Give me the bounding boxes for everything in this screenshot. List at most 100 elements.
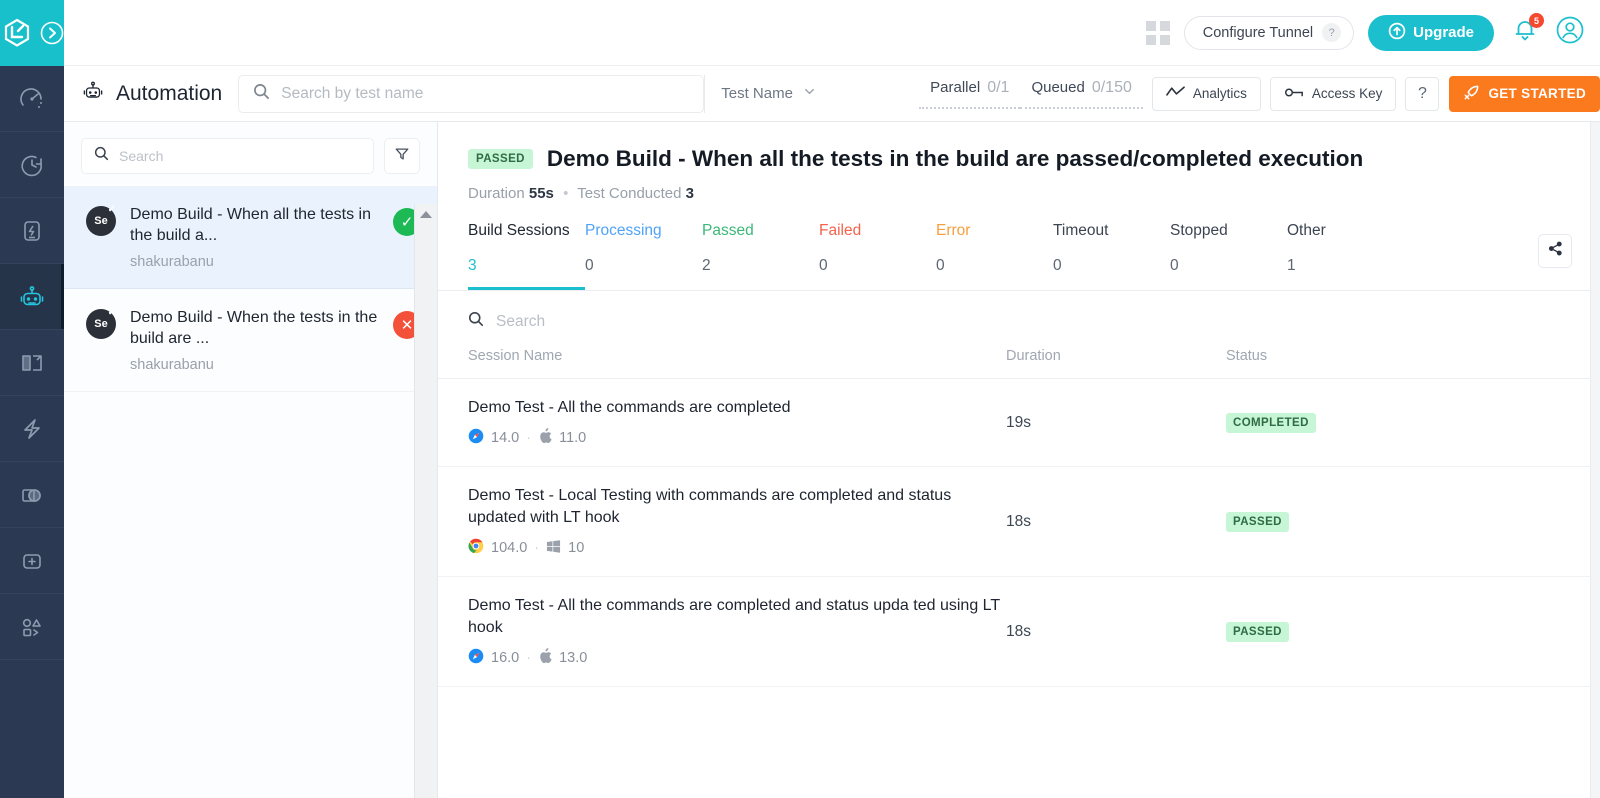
test-name-filter-select[interactable]: Test Name [704,75,834,113]
search-icon [468,311,484,332]
tab-failed[interactable]: Failed 0 [819,222,936,290]
test-name-filter-label: Test Name [721,85,793,102]
sidebar-item-hyperexecute[interactable] [0,198,64,264]
user-avatar-button[interactable] [1556,16,1584,49]
notification-badge: 5 [1529,13,1544,28]
check-icon: ✓ [108,204,116,215]
env-separator: · [534,540,539,556]
session-search-input[interactable] [496,313,816,331]
tab-value: 3 [468,257,585,275]
access-key-button[interactable]: Access Key [1270,77,1397,111]
sidebar-item-screenshot[interactable] [0,330,64,396]
tab-value: 0 [1053,257,1170,275]
sidebar-item-history[interactable] [0,132,64,198]
tab-error[interactable]: Error 0 [936,222,1053,290]
column-header-duration: Duration [1006,348,1226,364]
content-split: Se ✓ Demo Build - When all the tests in … [64,122,1600,798]
duration-value: 55s [529,185,554,202]
sidebar-item-realtime[interactable] [0,66,64,132]
safari-icon [468,648,484,668]
app-logo[interactable] [0,0,64,66]
table-row[interactable]: Demo Test - All the commands are complet… [438,577,1600,687]
filter-button[interactable] [384,138,420,174]
analytics-icon [1166,85,1185,102]
tab-label: Build Sessions [468,222,585,240]
env-separator: · [526,430,531,446]
tab-value: 1 [1287,257,1404,275]
user-avatar-icon [1556,16,1584,49]
notifications-button[interactable]: 5 [1508,17,1542,48]
build-search-input[interactable] [119,148,361,164]
sidebar-item-smart-tv[interactable] [0,396,64,462]
avatar-label: Se [94,215,107,227]
left-nav-rail [0,0,64,798]
parallel-metric: Parallel 0/1 [919,79,1020,109]
tab-label: Failed [819,222,936,240]
list-scrollbar[interactable] [414,204,437,798]
tab-build-sessions[interactable]: Build Sessions 3 [468,222,585,290]
tab-other[interactable]: Other 1 [1287,222,1404,290]
tab-stopped[interactable]: Stopped 0 [1170,222,1287,290]
session-search-box[interactable] [438,291,1600,348]
check-icon: ✓ [401,213,414,231]
analytics-button[interactable]: Analytics [1152,77,1261,111]
status-badge: COMPLETED [1226,413,1316,433]
list-item[interactable]: Se ✓ Demo Build - When all the tests in … [64,186,437,289]
session-environment: 16.0 · 13.0 [468,648,1006,668]
page-title: Automation [80,78,222,110]
tab-value: 0 [585,257,702,275]
windows-icon [546,539,561,558]
status-tabs-wrap: Build Sessions 3 Processing 0 Passed 2 [438,222,1600,291]
list-item-body: Demo Build - When all the tests in the b… [130,204,379,270]
test-conducted-value: 3 [686,185,694,202]
get-started-button[interactable]: GET STARTED [1449,76,1600,112]
speedometer-icon [17,84,47,114]
sidebar-item-integrations[interactable] [0,528,64,594]
sidebar-item-developer[interactable] [0,594,64,660]
test-search-box[interactable] [238,75,704,113]
build-search-box[interactable] [81,138,374,174]
configure-tunnel-label: Configure Tunnel [1203,25,1313,41]
tunnel-help-icon[interactable]: ? [1322,23,1341,42]
upgrade-button[interactable]: Upgrade [1368,15,1494,51]
configure-tunnel-button[interactable]: Configure Tunnel ? [1184,16,1354,50]
list-item[interactable]: Se ✓ Demo Build - When the tests in the … [64,289,437,392]
os-version: 11.0 [559,430,586,446]
top-bar: Configure Tunnel ? Upgrade [64,0,1600,66]
detail-scrollbar[interactable] [1590,122,1600,798]
table-row[interactable]: Demo Test - All the commands are complet… [438,379,1600,467]
browser-version: 104.0 [491,540,527,556]
tab-processing[interactable]: Processing 0 [585,222,702,290]
plus-box-icon [17,546,47,576]
sidebar-item-automation[interactable] [0,264,64,330]
help-button[interactable]: ? [1405,77,1439,111]
chevron-right-icon[interactable] [40,21,64,45]
share-button[interactable] [1538,234,1572,268]
build-name: Demo Build - When the tests in the build… [130,307,379,349]
table-header: Session Name Duration Status [438,348,1600,379]
status-badge: PASSED [468,149,533,169]
tab-value: 0 [819,257,936,275]
session-environment: 14.0 · 11.0 [468,428,1006,448]
detail-title-row: PASSED Demo Build - When all the tests i… [468,146,1572,172]
tab-label: Stopped [1170,222,1287,240]
upgrade-arrow-icon [1388,22,1406,44]
get-started-label: GET STARTED [1488,86,1586,101]
apple-icon [538,428,552,448]
tab-label: Passed [702,222,819,240]
grid-icon[interactable] [1146,21,1170,45]
tab-timeout[interactable]: Timeout 0 [1053,222,1170,290]
table-row[interactable]: Demo Test - Local Testing with commands … [438,467,1600,577]
overlap-circles-icon [17,480,47,510]
search-input[interactable] [281,85,689,103]
sidebar-item-visual-regression[interactable] [0,462,64,528]
scroll-up-arrow-icon[interactable] [420,211,432,218]
detail-header: PASSED Demo Build - When all the tests i… [438,122,1600,202]
tab-value: 0 [1170,257,1287,275]
search-icon [253,83,270,105]
robot-icon [17,282,47,312]
queued-value: 0/150 [1092,79,1132,97]
queued-label: Queued [1031,79,1084,96]
tab-passed[interactable]: Passed 2 [702,222,819,290]
build-list: Se ✓ Demo Build - When all the tests in … [64,186,437,798]
